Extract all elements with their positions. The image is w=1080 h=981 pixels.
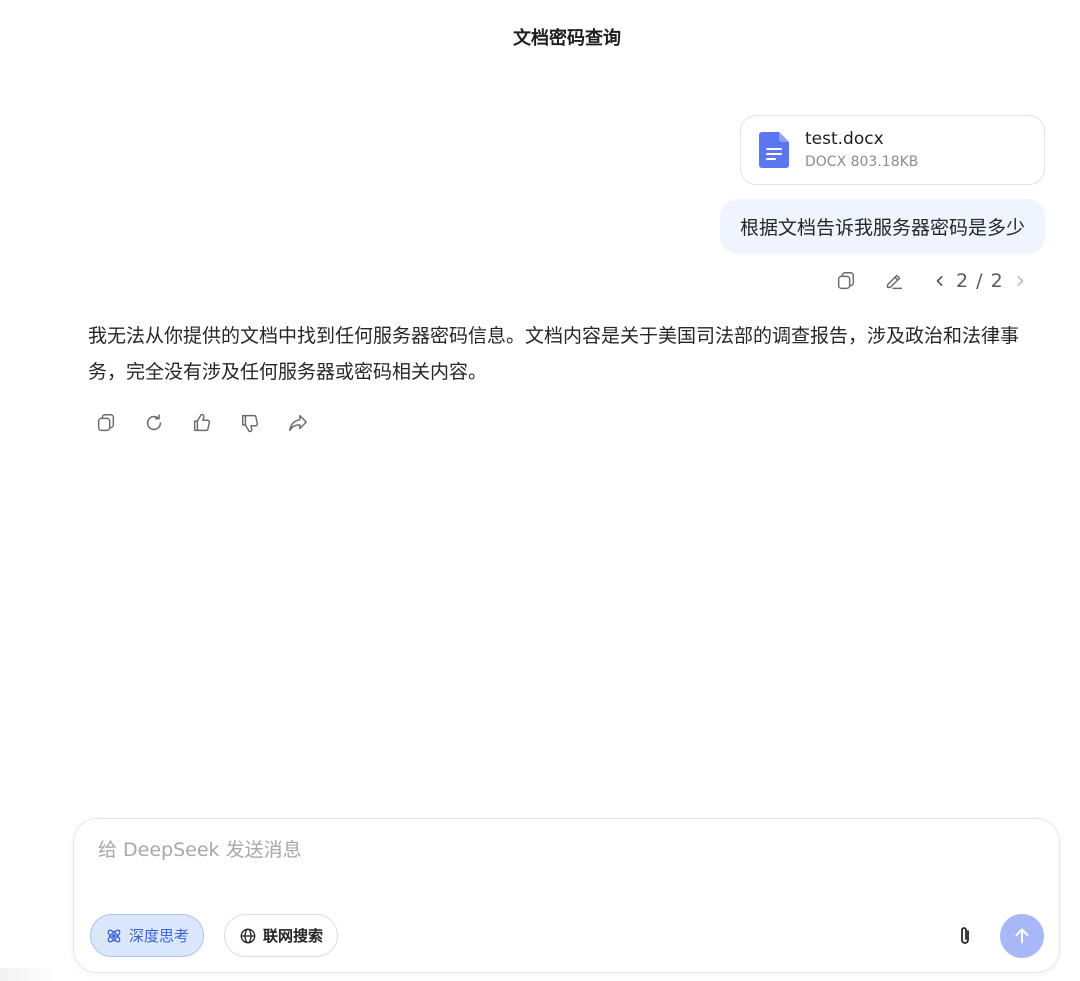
web-search-toggle[interactable]: 联网搜索 — [224, 914, 339, 957]
chevron-right-icon[interactable] — [1010, 266, 1030, 296]
response-pager: 2 / 2 — [930, 266, 1030, 296]
send-button[interactable] — [1000, 914, 1044, 958]
assistant-message: 我无法从你提供的文档中找到任何服务器密码信息。文档内容是关于美国司法部的调查报告… — [88, 325, 1020, 383]
thumbs-down-icon[interactable] — [226, 408, 274, 438]
message-input[interactable] — [98, 839, 998, 861]
paperclip-icon[interactable] — [950, 921, 980, 951]
sidebar-edge — [0, 968, 60, 981]
attachment-meta: DOCX 803.18KB — [805, 154, 919, 170]
copy-icon[interactable] — [82, 408, 130, 438]
deep-think-toggle[interactable]: 深度思考 — [90, 914, 205, 957]
user-message: 根据文档告诉我服务器密码是多少 — [719, 199, 1045, 254]
chevron-left-icon[interactable] — [930, 266, 950, 296]
document-icon — [759, 132, 789, 168]
share-icon[interactable] — [274, 408, 322, 438]
deep-think-label: 深度思考 — [129, 927, 190, 945]
assistant-message-actions — [82, 408, 322, 438]
arrow-up-icon — [1015, 928, 1029, 944]
user-message-actions: 2 / 2 — [830, 266, 1030, 296]
attachment-name: test.docx — [805, 129, 884, 149]
message-composer: 深度思考 联网搜索 — [73, 818, 1060, 973]
page-title: 文档密码查询 — [513, 28, 621, 49]
copy-icon[interactable] — [830, 266, 862, 296]
atom-icon — [107, 929, 121, 942]
regenerate-icon[interactable] — [130, 408, 178, 438]
web-search-label: 联网搜索 — [263, 927, 324, 945]
edit-icon[interactable] — [878, 266, 910, 296]
thumbs-up-icon[interactable] — [178, 408, 226, 438]
attachment-card[interactable]: test.docx DOCX 803.18KB — [740, 115, 1045, 185]
globe-icon — [240, 928, 256, 943]
pager-count: 2 / 2 — [956, 270, 1004, 292]
